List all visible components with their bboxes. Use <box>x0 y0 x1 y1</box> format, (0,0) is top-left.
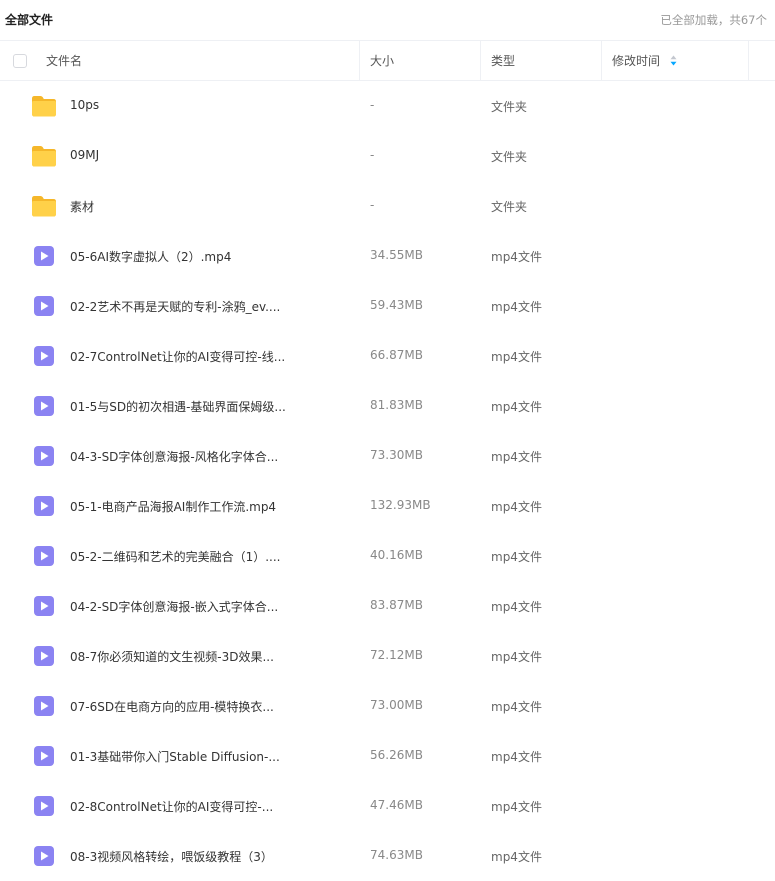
file-row[interactable]: 04-3-SD字体创意海报-风格化字体合... 73.30MB mp4文件 <box>0 431 775 481</box>
file-type: mp4文件 <box>491 300 542 314</box>
file-size: 34.55MB <box>370 248 423 262</box>
file-size: 56.26MB <box>370 748 423 762</box>
video-file-icon <box>31 544 57 568</box>
file-name[interactable]: 02-7ControlNet让你的AI变得可控-线... <box>70 348 285 365</box>
file-name[interactable]: 08-7你必须知道的文生视频-3D效果... <box>70 648 274 665</box>
file-type: mp4文件 <box>491 500 542 514</box>
load-status: 已全部加载，共67个 <box>660 13 767 27</box>
file-name[interactable]: 05-2-二维码和艺术的完美融合（1）.... <box>70 548 280 565</box>
file-row[interactable]: 08-3视频风格转绘，喂饭级教程（3） 74.63MB mp4文件 <box>0 831 775 881</box>
video-file-icon <box>31 394 57 418</box>
video-file-icon <box>31 694 57 718</box>
file-name[interactable]: 01-5与SD的初次相遇-基础界面保姆级... <box>70 398 286 415</box>
video-file-icon <box>31 494 57 518</box>
file-size: 73.30MB <box>370 448 423 462</box>
file-name[interactable]: 08-3视频风格转绘，喂饭级教程（3） <box>70 848 273 865</box>
file-type: mp4文件 <box>491 350 542 364</box>
file-list: 10ps - 文件夹 09MJ - 文件夹 素材 - 文件夹 05-6AI数字虚拟人（2）.mp4… <box>0 81 775 881</box>
file-row[interactable]: 02-2艺术不再是天赋的专利-涂鸦_ev.... 59.43MB mp4文件 <box>0 281 775 331</box>
file-name[interactable]: 02-8ControlNet让你的AI变得可控-... <box>70 798 273 815</box>
header-name[interactable]: 文件名 <box>46 41 82 81</box>
file-type: mp4文件 <box>491 550 542 564</box>
file-size: 73.00MB <box>370 698 423 712</box>
file-size: - <box>370 98 375 112</box>
file-row[interactable]: 05-6AI数字虚拟人（2）.mp4 34.55MB mp4文件 <box>0 231 775 281</box>
file-row[interactable]: 素材 - 文件夹 <box>0 181 775 231</box>
file-size: 47.46MB <box>370 798 423 812</box>
file-type: mp4文件 <box>491 450 542 464</box>
file-row[interactable]: 05-1-电商产品海报AI制作工作流.mp4 132.93MB mp4文件 <box>0 481 775 531</box>
file-name[interactable]: 10ps <box>70 98 99 112</box>
file-row[interactable]: 05-2-二维码和艺术的完美融合（1）.... 40.16MB mp4文件 <box>0 531 775 581</box>
file-name[interactable]: 09MJ <box>70 148 99 162</box>
header-mtime-label: 修改时间 <box>612 54 661 68</box>
file-row[interactable]: 01-3基础带你入门Stable Diffusion-... 56.26MB mp4… <box>0 731 775 781</box>
video-file-icon <box>31 794 57 818</box>
page-title: 全部文件 <box>5 13 54 27</box>
file-type: 文件夹 <box>491 100 528 114</box>
file-type: mp4文件 <box>491 600 542 614</box>
file-size: - <box>370 198 375 212</box>
column-divider[interactable] <box>748 41 749 81</box>
header-size[interactable]: 大小 <box>370 41 394 81</box>
file-row[interactable]: 08-7你必须知道的文生视频-3D效果... 72.12MB mp4文件 <box>0 631 775 681</box>
file-name[interactable]: 07-6SD在电商方向的应用-模特换衣... <box>70 698 274 715</box>
file-type: 文件夹 <box>491 150 528 164</box>
folder-icon <box>31 94 57 118</box>
file-row[interactable]: 10ps - 文件夹 <box>0 81 775 131</box>
file-name[interactable]: 素材 <box>70 198 94 215</box>
column-divider[interactable] <box>359 41 360 81</box>
file-row[interactable]: 07-6SD在电商方向的应用-模特换衣... 73.00MB mp4文件 <box>0 681 775 731</box>
video-file-icon <box>31 744 57 768</box>
file-type: mp4文件 <box>491 250 542 264</box>
file-size: 59.43MB <box>370 298 423 312</box>
video-file-icon <box>31 644 57 668</box>
file-row[interactable]: 01-5与SD的初次相遇-基础界面保姆级... 81.83MB mp4文件 <box>0 381 775 431</box>
column-divider[interactable] <box>601 41 602 81</box>
file-row[interactable]: 02-8ControlNet让你的AI变得可控-... 47.46MB mp4文件 <box>0 781 775 831</box>
table-header: 文件名 大小 类型 修改时间 <box>0 40 775 81</box>
folder-icon <box>31 144 57 168</box>
file-size: 72.12MB <box>370 648 423 662</box>
select-all-checkbox[interactable] <box>13 54 27 68</box>
file-name[interactable]: 04-2-SD字体创意海报-嵌入式字体合... <box>70 598 278 615</box>
file-type: mp4文件 <box>491 700 542 714</box>
file-type: mp4文件 <box>491 850 542 864</box>
file-size: 132.93MB <box>370 498 431 512</box>
video-file-icon <box>31 294 57 318</box>
file-name[interactable]: 05-1-电商产品海报AI制作工作流.mp4 <box>70 498 276 515</box>
header-type[interactable]: 类型 <box>491 41 515 81</box>
header-mtime[interactable]: 修改时间 <box>612 41 677 81</box>
file-size: - <box>370 148 375 162</box>
file-size: 83.87MB <box>370 598 423 612</box>
video-file-icon <box>31 444 57 468</box>
file-type: mp4文件 <box>491 650 542 664</box>
video-file-icon <box>31 244 57 268</box>
file-name[interactable]: 04-3-SD字体创意海报-风格化字体合... <box>70 448 278 465</box>
file-size: 66.87MB <box>370 348 423 362</box>
file-type: 文件夹 <box>491 200 528 214</box>
folder-icon <box>31 194 57 218</box>
sort-arrows-icon[interactable] <box>670 55 677 66</box>
video-file-icon <box>31 594 57 618</box>
column-divider[interactable] <box>480 41 481 81</box>
file-name[interactable]: 02-2艺术不再是天赋的专利-涂鸦_ev.... <box>70 298 280 315</box>
file-name[interactable]: 05-6AI数字虚拟人（2）.mp4 <box>70 248 231 265</box>
file-row[interactable]: 09MJ - 文件夹 <box>0 131 775 181</box>
topbar: 全部文件 已全部加载，共67个 <box>0 0 775 40</box>
file-type: mp4文件 <box>491 750 542 764</box>
file-size: 40.16MB <box>370 548 423 562</box>
file-type: mp4文件 <box>491 400 542 414</box>
file-row[interactable]: 02-7ControlNet让你的AI变得可控-线... 66.87MB mp4文件 <box>0 331 775 381</box>
file-type: mp4文件 <box>491 800 542 814</box>
file-row[interactable]: 04-2-SD字体创意海报-嵌入式字体合... 83.87MB mp4文件 <box>0 581 775 631</box>
file-name[interactable]: 01-3基础带你入门Stable Diffusion-... <box>70 748 280 765</box>
video-file-icon <box>31 344 57 368</box>
file-size: 81.83MB <box>370 398 423 412</box>
file-size: 74.63MB <box>370 848 423 862</box>
video-file-icon <box>31 844 57 868</box>
